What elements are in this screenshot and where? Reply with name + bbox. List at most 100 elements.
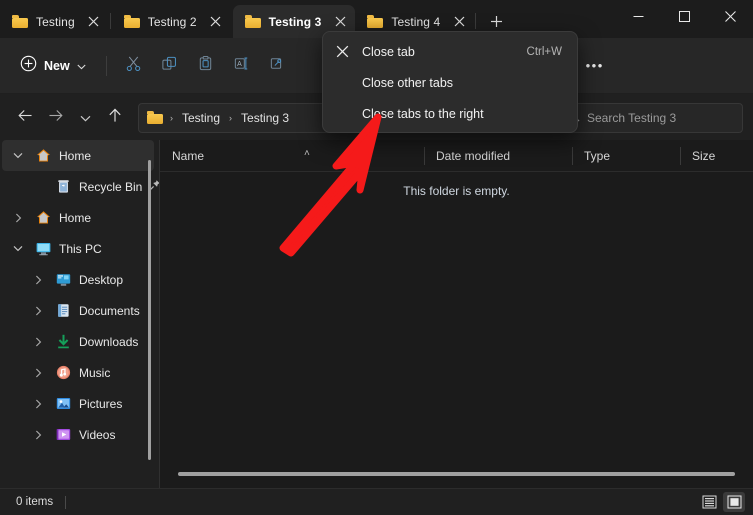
column-header-size[interactable]: Size — [680, 140, 753, 172]
sidebar-item-music[interactable]: Music — [2, 357, 154, 388]
horizontal-scrollbar[interactable] — [178, 472, 735, 476]
toolbar-divider — [106, 56, 107, 76]
tab-separator — [475, 13, 476, 29]
tab-separator — [110, 13, 111, 29]
svg-text:A: A — [237, 60, 242, 67]
folder-icon — [367, 15, 383, 28]
cut-button[interactable] — [117, 50, 151, 82]
context-menu-item-label: Close tabs to the right — [362, 107, 484, 121]
paste-button[interactable] — [189, 50, 223, 82]
breadcrumb-separator-1: › — [227, 113, 234, 123]
sidebar-item-label: This PC — [59, 242, 102, 256]
plus-circle-icon — [20, 55, 37, 77]
ellipsis-icon: ••• — [586, 59, 604, 72]
documents-icon — [55, 302, 72, 319]
tab-testing[interactable]: Testing — [0, 5, 109, 38]
column-header-label: Date modified — [436, 149, 510, 163]
status-bar: 0 items — [0, 488, 753, 515]
rename-icon: A — [233, 55, 250, 77]
forward-button[interactable] — [40, 103, 70, 133]
sidebar-item-downloads[interactable]: Downloads — [2, 326, 154, 357]
tab-close-button[interactable] — [83, 11, 105, 33]
chevron-right-icon[interactable] — [28, 270, 48, 290]
minimize-button[interactable] — [615, 0, 661, 32]
folder-icon — [12, 15, 28, 28]
context-menu-item-close-tabs-to-the-right[interactable]: Close tabs to the right — [326, 98, 574, 129]
view-mode-buttons — [698, 492, 745, 512]
column-header-label: Size — [692, 149, 715, 163]
sidebar-item-label: Desktop — [79, 273, 123, 287]
recent-locations-button[interactable] — [70, 103, 100, 133]
tab-close-button[interactable] — [205, 11, 227, 33]
sidebar-item-home[interactable]: Home — [2, 140, 154, 171]
empty-folder-message: This folder is empty. — [160, 184, 753, 198]
keyboard-shortcut-label: Ctrl+W — [527, 46, 562, 58]
search-placeholder: Search Testing 3 — [587, 111, 676, 125]
copy-icon — [161, 55, 178, 77]
tab-label: Testing — [36, 15, 75, 29]
back-button[interactable] — [10, 103, 40, 133]
column-divider — [680, 147, 681, 165]
item-count-label: 0 items — [8, 496, 53, 508]
forward-arrow-icon — [48, 109, 63, 127]
large-icons-view-button[interactable] — [723, 492, 745, 512]
home-icon — [35, 209, 52, 226]
chevron-down-icon[interactable] — [8, 146, 28, 166]
folder-icon — [147, 111, 163, 124]
context-menu-item-close-other-tabs[interactable]: Close other tabs — [326, 67, 574, 98]
tab-close-button[interactable] — [448, 11, 470, 33]
chevron-right-icon[interactable] — [28, 394, 48, 414]
see-more-button[interactable]: ••• — [578, 50, 612, 82]
paste-icon — [197, 55, 214, 77]
tab-testing-2[interactable]: Testing 2 — [112, 5, 231, 38]
up-button[interactable] — [100, 103, 130, 133]
sidebar-item-label: Pictures — [79, 397, 122, 411]
chevron-down-icon[interactable] — [8, 239, 28, 259]
sidebar-item-documents[interactable]: Documents — [2, 295, 154, 326]
breadcrumb-item-1[interactable]: Testing 3 — [236, 109, 294, 127]
sidebar-item-this-pc[interactable]: This PC — [2, 233, 154, 264]
sidebar-scrollbar[interactable] — [148, 160, 151, 460]
copy-button[interactable] — [153, 50, 187, 82]
sidebar-item-label: Downloads — [79, 335, 138, 349]
chevron-right-icon[interactable] — [28, 363, 48, 383]
maximize-button[interactable] — [661, 0, 707, 32]
sidebar-item-home[interactable]: Home — [2, 202, 154, 233]
sidebar-item-pictures[interactable]: Pictures — [2, 388, 154, 419]
column-header-label: Name — [172, 149, 204, 163]
search-input[interactable]: Search Testing 3 — [557, 103, 743, 133]
close-button[interactable] — [707, 0, 753, 32]
column-headers: Name˄ Date modified Type Size — [160, 140, 753, 172]
context-menu-item-close-tab[interactable]: Close tabCtrl+W — [326, 36, 574, 67]
tab-close-button[interactable] — [329, 11, 351, 33]
column-header-date-modified[interactable]: Date modified — [424, 140, 572, 172]
share-icon — [269, 55, 286, 77]
chevron-right-icon[interactable] — [8, 208, 28, 228]
column-divider — [572, 147, 573, 165]
column-header-name[interactable]: Name˄ — [160, 140, 424, 172]
new-button[interactable]: New — [12, 50, 96, 82]
recycle-bin-icon — [55, 178, 72, 195]
window-controls — [615, 0, 753, 32]
share-button[interactable] — [261, 50, 295, 82]
close-x-icon — [336, 45, 362, 58]
sidebar-item-recycle-bin[interactable]: Recycle Bin — [2, 171, 154, 202]
tab-label: Testing 4 — [391, 15, 440, 29]
sidebar-item-label: Home — [59, 149, 91, 163]
chevron-right-icon[interactable] — [28, 425, 48, 445]
column-header-type[interactable]: Type — [572, 140, 680, 172]
tab-label: Testing 3 — [269, 15, 322, 29]
folder-icon — [124, 15, 140, 28]
chevron-right-icon[interactable] — [28, 301, 48, 321]
chevron-down-icon — [80, 109, 91, 127]
rename-button[interactable]: A — [225, 50, 259, 82]
column-divider — [424, 147, 425, 165]
sidebar-item-videos[interactable]: Videos — [2, 419, 154, 450]
folder-icon — [245, 15, 261, 28]
desktop-icon — [55, 271, 72, 288]
chevron-right-icon[interactable] — [28, 332, 48, 352]
sidebar-item-desktop[interactable]: Desktop — [2, 264, 154, 295]
breadcrumb-item-0[interactable]: Testing — [177, 109, 225, 127]
back-arrow-icon — [18, 109, 33, 127]
details-view-button[interactable] — [698, 492, 720, 512]
